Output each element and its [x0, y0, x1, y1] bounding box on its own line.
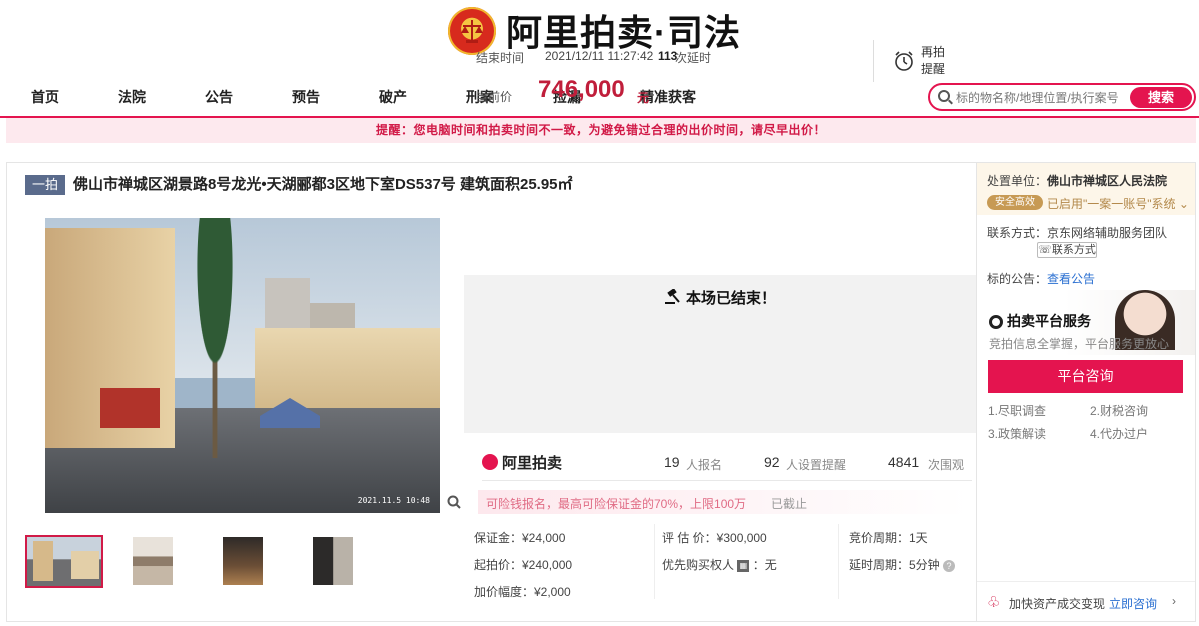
- search-icon: [938, 90, 950, 102]
- search-box: 搜索: [928, 83, 1196, 111]
- deposit-insurance-text: 可险钱报名，最高可险保证金的70%，上限100万: [486, 497, 747, 511]
- side-panel: 处置单位： 佛山市禅城区人民法院 安全高效 已启用"一案一账号"系统 ⌄ 联系方…: [976, 162, 1196, 622]
- certificate-icon: ▦: [737, 559, 750, 572]
- photo-timestamp: 2021.11.5 10:48: [357, 496, 430, 505]
- service-subtitle: 竞拍信息全掌握，平台服务更放心: [989, 337, 1170, 351]
- court-info-block: 处置单位： 佛山市禅城区人民法院 安全高效 已启用"一案一账号"系统 ⌄: [977, 163, 1195, 215]
- main-photo[interactable]: 2021.11.5 10:48: [45, 218, 440, 513]
- auction-ended-text: 本场已结束！: [685, 290, 776, 307]
- price-unit: 元: [637, 91, 650, 105]
- photo-thumbnail[interactable]: [207, 535, 285, 588]
- service-transfer[interactable]: 4.代办过户: [1090, 425, 1148, 442]
- reminder-label: 人设置提醒: [786, 458, 847, 472]
- asset-consult-link[interactable]: 立即咨询: [1109, 595, 1157, 612]
- alipaimai-logo-icon: [482, 454, 498, 470]
- priority-buyer-label: 优先购买权人: [662, 558, 735, 572]
- reminder-count: 92: [764, 454, 780, 470]
- deposit-insurance-status: 已截止: [771, 497, 808, 511]
- view-count: 4841: [888, 454, 920, 470]
- service-policy[interactable]: 3.政策解读: [988, 425, 1046, 442]
- phone-icon: ☏: [1038, 244, 1052, 256]
- remind-divider: [873, 40, 874, 82]
- auction-ended-box: 本场已结束！: [464, 275, 976, 433]
- service-due-diligence[interactable]: 1.尽职调查: [988, 402, 1046, 419]
- help-icon[interactable]: ?: [943, 559, 956, 572]
- service-logo-icon: [989, 315, 1003, 329]
- detail-separator: [654, 524, 655, 599]
- photo-thumbnail[interactable]: [297, 535, 375, 588]
- alarm-clock-icon[interactable]: [893, 50, 915, 72]
- gavel-icon: [664, 288, 680, 304]
- current-price-label: 当前价: [476, 90, 513, 104]
- signup-label: 人报名: [686, 458, 723, 472]
- service-title: 拍卖平台服务: [1007, 313, 1091, 329]
- deposit-insurance-bar: 可险钱报名，最高可险保证金的70%，上限100万 已截止: [478, 490, 968, 514]
- appraisal-price: 评 估 价：¥300,000: [662, 531, 767, 545]
- one-case-account[interactable]: 已启用"一案一账号"系统 ⌄: [1047, 195, 1189, 212]
- nav-preview[interactable]: 预告: [292, 87, 320, 107]
- start-price: 起拍价：¥240,000: [474, 558, 573, 572]
- current-price: 746,000: [538, 76, 625, 103]
- nav-bankruptcy[interactable]: 破产: [379, 87, 407, 107]
- stats-divider: [482, 480, 972, 481]
- bidding-cycle: 竞价周期：1天: [849, 531, 928, 545]
- alipaimai-brand: 阿里拍卖: [502, 455, 563, 472]
- priority-buyer: 优先购买权人 ▦ ：无: [662, 556, 777, 573]
- extension-cycle-text: 延时周期：5分钟: [849, 558, 940, 572]
- remind-again-button[interactable]: 再拍提醒: [921, 44, 951, 78]
- nav-home[interactable]: 首页: [31, 87, 59, 107]
- zoom-icon[interactable]: [447, 495, 461, 509]
- nav-court[interactable]: 法院: [118, 87, 146, 107]
- contact-label: 联系方式：: [987, 226, 1048, 240]
- auction-ended-status: 本场已结束！: [464, 287, 976, 308]
- time-warning-notice: 提醒：您电脑时间和拍卖时间不一致，为避免错过合理的出价时间，请尽早出价！: [6, 118, 1196, 143]
- platform-consult-button[interactable]: 平台咨询: [988, 360, 1183, 393]
- platform-service-block: 拍卖平台服务 竞拍信息全掌握，平台服务更放心: [977, 290, 1195, 355]
- asset-icon: ♧: [987, 594, 1001, 611]
- unit-label: 处置单位：: [987, 174, 1048, 188]
- auction-round-badge: 一拍: [25, 175, 65, 195]
- bid-increment: 加价幅度：¥2,000: [474, 585, 571, 599]
- signup-count: 19: [664, 454, 680, 470]
- court-emblem-icon: [448, 7, 496, 55]
- search-input[interactable]: [956, 88, 1128, 107]
- contact-button[interactable]: ☏联系方式: [1037, 242, 1097, 258]
- auction-stats: 阿里拍卖 19 人报名 92 人设置提醒 4841 次围观: [482, 452, 972, 474]
- view-notice-link[interactable]: 查看公告: [1047, 270, 1095, 287]
- nav-announcement[interactable]: 公告: [205, 87, 233, 107]
- photo-thumbnail[interactable]: [117, 535, 195, 588]
- safe-badge: 安全高效: [987, 195, 1043, 210]
- search-button[interactable]: 搜索: [1130, 87, 1192, 108]
- court-name[interactable]: 佛山市禅城区人民法院: [1047, 172, 1167, 189]
- chevron-right-icon: ›: [1172, 594, 1176, 608]
- priority-buyer-value: ：无: [752, 558, 777, 572]
- asset-consult-bar[interactable]: ♧ 加快资产成交变现 立即咨询 ›: [977, 581, 1195, 621]
- detail-separator: [838, 524, 839, 599]
- delay-label: 次延时: [675, 51, 712, 65]
- item-title: 佛山市禅城区湖景路8号龙光•天湖郦都3区地下室DS537号 建筑面积25.95㎡: [73, 176, 573, 193]
- contact-value: 京东网络辅助服务团队: [1047, 226, 1168, 240]
- end-time-value: 2021/12/11 11:27:42: [545, 49, 654, 63]
- asset-consult-text: 加快资产成交变现: [1009, 597, 1106, 611]
- extension-cycle: 延时周期：5分钟 ?: [849, 556, 956, 573]
- deposit-amount: 保证金：¥24,000: [474, 531, 566, 545]
- notice-label: 标的公告：: [987, 272, 1048, 286]
- service-tax-consult[interactable]: 2.财税咨询: [1090, 402, 1148, 419]
- end-time-label: 结束时间: [476, 51, 525, 65]
- photo-thumbnail[interactable]: [25, 535, 103, 588]
- view-label: 次围观: [928, 458, 965, 472]
